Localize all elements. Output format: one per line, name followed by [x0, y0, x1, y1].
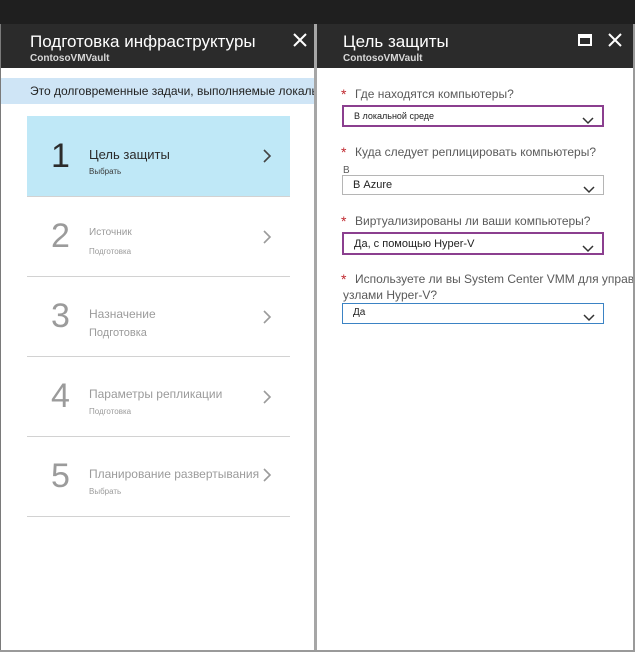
- required-mark: *: [341, 86, 347, 102]
- blade-subtitle: ContosoVMVault: [343, 53, 423, 64]
- chevron-down-icon: [582, 240, 594, 253]
- chevron-right-icon: [261, 310, 273, 324]
- step-title: Назначение: [89, 307, 156, 321]
- step-subtitle: Выбрать: [89, 487, 122, 496]
- question-label: Используете ли вы System Center VMM для …: [355, 272, 633, 286]
- chevron-right-icon: [261, 390, 273, 404]
- step-number: 1: [51, 137, 70, 175]
- blade-header: Подготовка инфраструктуры ContosoVMVault: [1, 24, 314, 68]
- close-icon[interactable]: [291, 31, 309, 49]
- step-subtitle: Подготовка: [89, 327, 147, 339]
- step-subtitle: Подготовка: [89, 407, 132, 416]
- select-value: Да, с помощью Hyper-V: [354, 238, 475, 250]
- step-subtitle: Выбрать: [89, 167, 122, 176]
- chevron-right-icon: [261, 149, 273, 163]
- step-divider: [27, 516, 290, 517]
- required-mark: *: [341, 213, 347, 229]
- step-title: Источник: [89, 227, 132, 238]
- maximize-icon[interactable]: [576, 31, 594, 49]
- chevron-right-icon: [261, 230, 273, 244]
- info-bar: Это долговременные задачи, выполняемые л…: [1, 78, 314, 104]
- chevron-down-icon: [583, 181, 595, 194]
- step-number: 4: [51, 377, 70, 415]
- replication-target-select[interactable]: В Azure: [342, 175, 604, 195]
- step-title: Планирование развертывания: [89, 467, 260, 481]
- step-number: 3: [51, 297, 70, 335]
- virtualization-select[interactable]: Да, с помощью Hyper-V: [342, 232, 604, 255]
- step-protection-goal[interactable]: 1 Цель защиты Выбрать: [27, 116, 290, 196]
- blade-title: Цель защиты: [343, 32, 449, 51]
- blade-title: Подготовка инфраструктуры: [30, 32, 256, 51]
- protection-goal-blade: Цель защиты ContosoVMVault * Где находят…: [317, 24, 633, 650]
- prepare-infrastructure-blade: Подготовка инфраструктуры ContosoVMVault…: [1, 24, 314, 650]
- step-number: 2: [51, 217, 70, 255]
- step-subtitle: Подготовка: [89, 247, 132, 256]
- question-label: Виртуализированы ли ваши компьютеры?: [355, 214, 591, 228]
- question-label-continued: узлами Hyper-V?: [343, 288, 438, 302]
- chevron-right-icon: [261, 468, 273, 482]
- chevron-down-icon: [583, 309, 595, 322]
- step-target[interactable]: 3 Назначение Подготовка: [27, 276, 290, 356]
- required-mark: *: [341, 144, 347, 160]
- window-top-strip: [0, 0, 635, 24]
- step-title: Параметры репликации: [89, 387, 223, 401]
- blade-subtitle: ContosoVMVault: [30, 53, 110, 64]
- vmm-select[interactable]: Да: [342, 303, 604, 324]
- question-label: Куда следует реплицировать компьютеры?: [355, 145, 596, 159]
- question-label: Где находятся компьютеры?: [355, 87, 514, 101]
- select-value: Да: [353, 307, 366, 318]
- select-value: В локальной среде: [354, 111, 435, 121]
- location-select[interactable]: В локальной среде: [342, 105, 604, 127]
- step-replication-settings[interactable]: 4 Параметры репликации Подготовка: [27, 356, 290, 436]
- step-number: 5: [51, 457, 70, 495]
- step-deployment-planning[interactable]: 5 Планирование развертывания Выбрать: [27, 436, 290, 516]
- required-mark: *: [341, 271, 347, 287]
- select-value: В Azure: [353, 179, 393, 191]
- chevron-down-icon: [582, 112, 594, 125]
- info-text: Это долговременные задачи, выполняемые л…: [30, 84, 314, 98]
- step-title: Цель защиты: [89, 147, 170, 162]
- close-icon[interactable]: [606, 31, 624, 49]
- blade-header: Цель защиты ContosoVMVault: [317, 24, 633, 68]
- step-source[interactable]: 2 Источник Подготовка: [27, 196, 290, 276]
